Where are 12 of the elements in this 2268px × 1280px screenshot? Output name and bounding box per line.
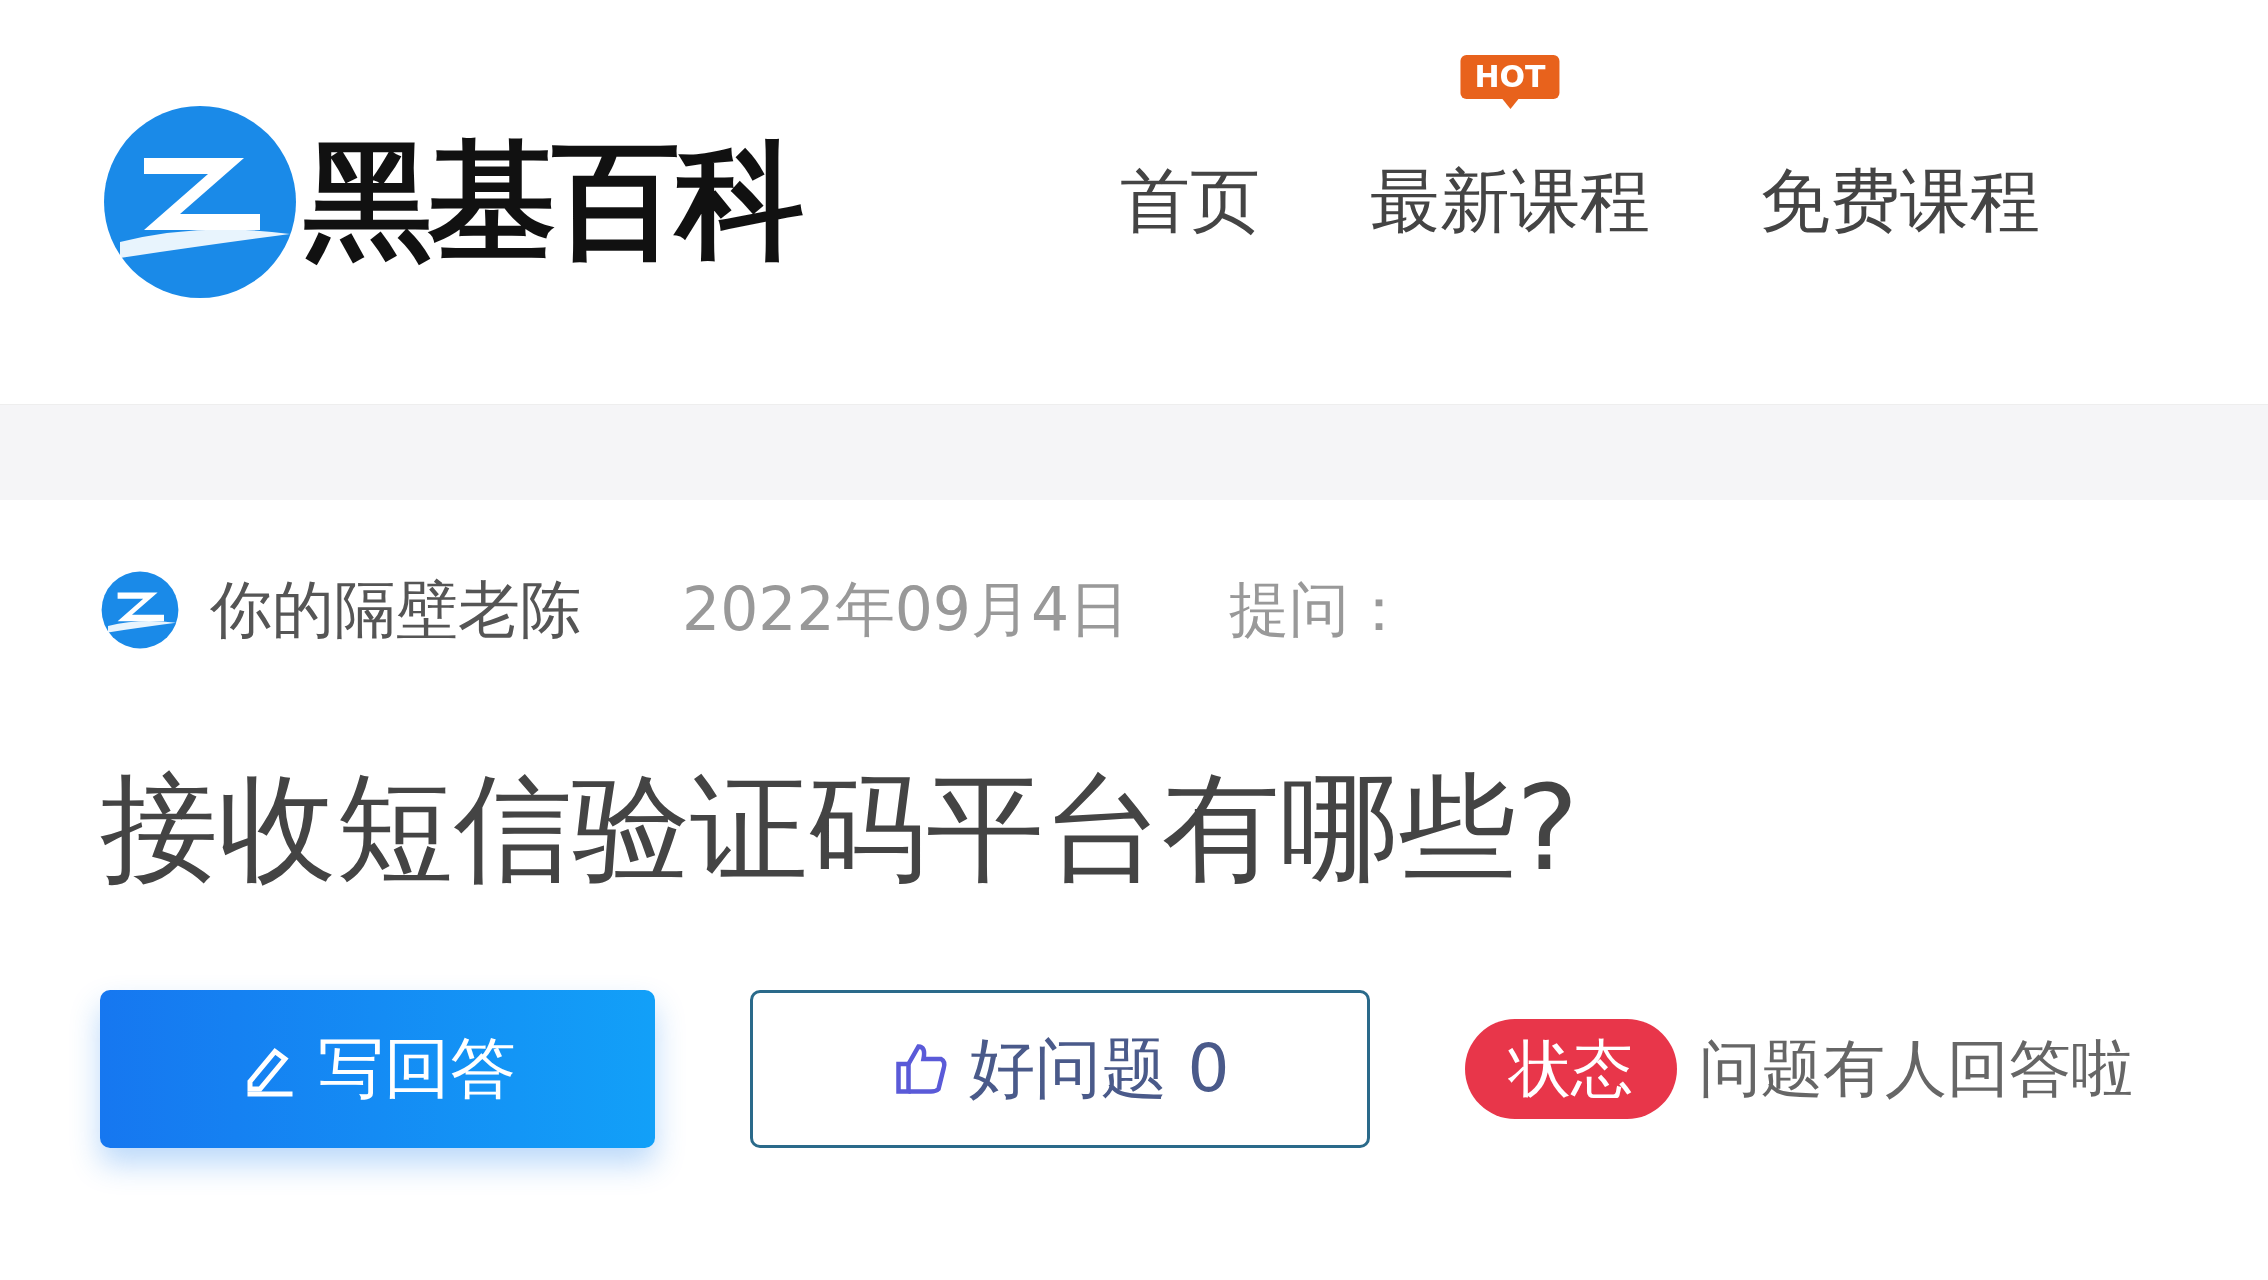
logo-text: 黑基百科	[304, 124, 800, 277]
nav-link[interactable]: 最新课程	[1370, 160, 1650, 242]
nav-link[interactable]: 首页	[1120, 160, 1260, 242]
post-date: 2022年09月4日	[682, 572, 1130, 646]
question-title: 接收短信验证码平台有哪些?	[100, 758, 1580, 899]
author-name[interactable]: 你的隔壁老陈	[210, 568, 582, 652]
status-text: 问题有人回答啦	[1699, 1031, 2133, 1107]
status-badge: 状态	[1465, 1019, 1677, 1119]
nav-link[interactable]: 免费课程	[1760, 160, 2040, 242]
question-label: 提问：	[1229, 572, 1410, 646]
avatar-icon	[100, 570, 180, 650]
good-question-button[interactable]: 好问题 0	[750, 990, 1370, 1148]
